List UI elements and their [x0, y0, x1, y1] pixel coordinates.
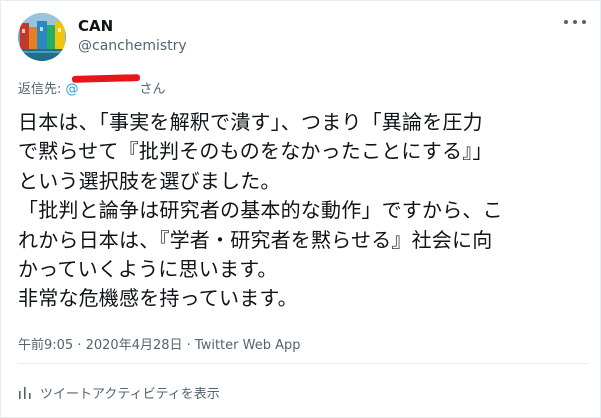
- divider: [18, 363, 588, 364]
- more-dot: [564, 20, 568, 24]
- tweet-line: 「批判と論争は研究者の基本的な動作」ですから、こ: [18, 198, 503, 223]
- tweet-card: CAN @canchemistry 返信先: @ さん 日本は、「事実を解釈で潰す…: [0, 0, 601, 418]
- tweet-date[interactable]: 2020年4月28日: [86, 338, 183, 353]
- view-activity-label: ツイートアクティビティを表示: [40, 387, 220, 402]
- tweet-line: という選択肢を選びました。: [18, 168, 281, 193]
- more-icon[interactable]: [564, 15, 586, 29]
- tweet-line: れから日本は、『学者・研究者を黙らせる』社会に向: [18, 227, 493, 252]
- display-name[interactable]: CAN: [78, 17, 113, 35]
- tweet-line: かっていくように思います。: [18, 257, 278, 282]
- bar-chart-icon: [19, 386, 31, 399]
- avatar[interactable]: [18, 13, 66, 61]
- avatar-image: [18, 13, 66, 61]
- tweet-timestamp[interactable]: 午前9:05: [18, 338, 73, 353]
- reply-suffix: さん: [139, 82, 166, 97]
- tweet-meta: 午前9:05 · 2020年4月28日 · Twitter Web App: [18, 334, 301, 353]
- meta-separator: ·: [182, 338, 195, 353]
- tweet-source: Twitter Web App: [194, 338, 301, 353]
- meta-separator: ·: [73, 338, 86, 353]
- tweet-text: 日本は、「事実を解釈で潰す」、つまり「異論を圧力 で黙らせて『批判そのものをなか…: [18, 108, 590, 314]
- reply-prefix: 返信先:: [18, 82, 66, 97]
- reply-mention[interactable]: @: [66, 82, 79, 97]
- tweet-line: 非常な危機感を持っています。: [18, 286, 298, 311]
- user-handle[interactable]: @canchemistry: [78, 38, 187, 54]
- more-dot: [573, 20, 577, 24]
- tweet-line: で黙らせて『批判そのものをなかったことにする』」: [18, 139, 493, 164]
- view-activity-link[interactable]: ツイートアクティビティを表示: [18, 383, 220, 402]
- more-dot: [582, 20, 586, 24]
- tweet-line: 日本は、「事実を解釈で潰す」、つまり「異論を圧力: [18, 110, 483, 134]
